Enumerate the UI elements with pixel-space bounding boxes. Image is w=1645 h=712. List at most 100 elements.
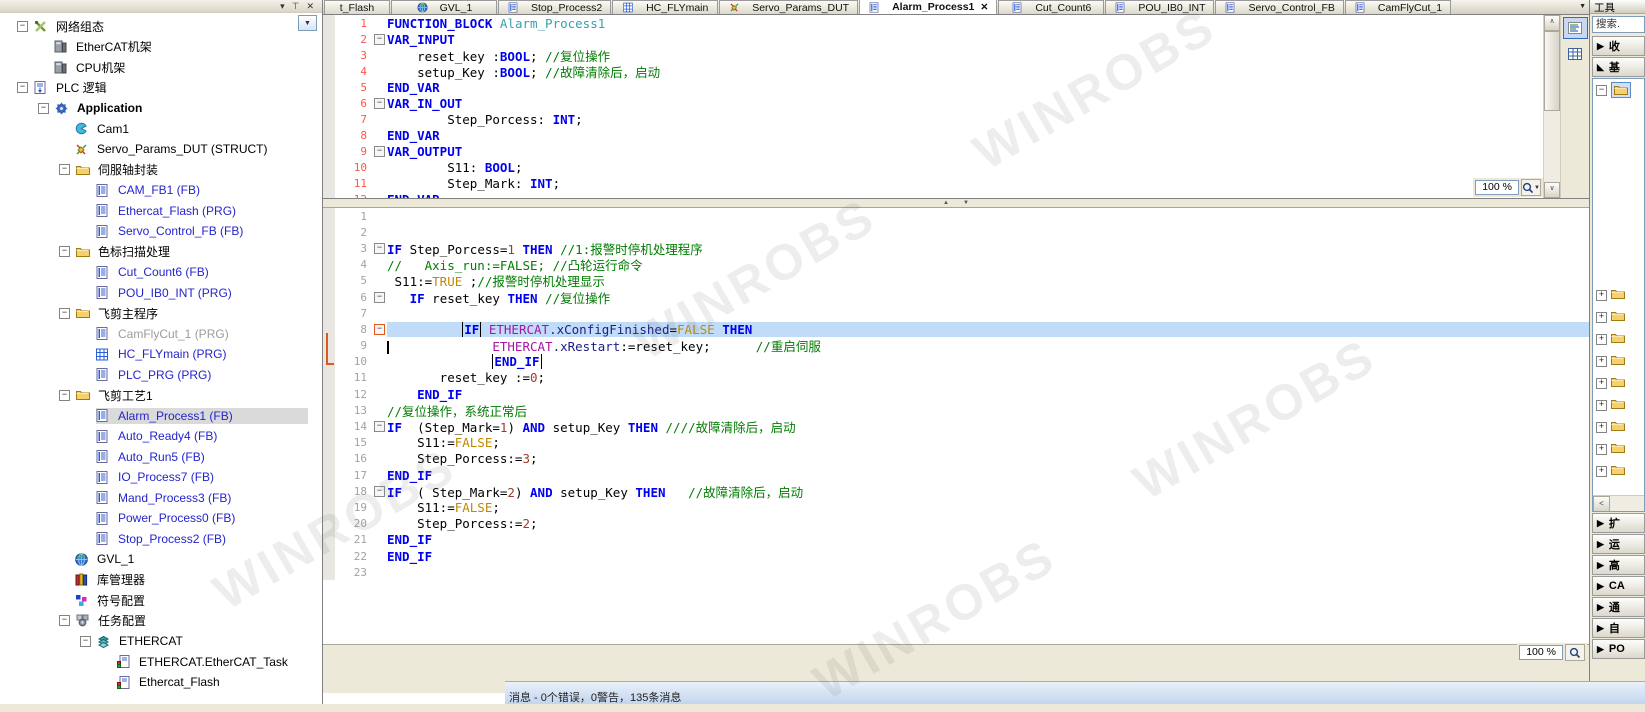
tree-item-body[interactable]: PLC_PRG (PRG) bbox=[96, 367, 308, 383]
breakpoint-margin[interactable] bbox=[323, 15, 335, 31]
tree-filter-dropdown[interactable]: ▼ bbox=[298, 15, 317, 31]
code-line[interactable]: 12 END_IF bbox=[323, 386, 1589, 402]
toolbox-section-collapsed[interactable]: ▶运 bbox=[1592, 534, 1645, 554]
tree-item[interactable]: ETHERCAT.EtherCAT_Task bbox=[0, 652, 322, 673]
code-text[interactable]: IF ( Step_Mark=2) AND setup_Key THEN //故… bbox=[387, 482, 1589, 501]
fold-collapse-icon[interactable]: − bbox=[374, 34, 385, 45]
tree-item-body[interactable]: 伺服轴封装 bbox=[76, 160, 308, 179]
toolbox-section-collapsed[interactable]: ▶扩 bbox=[1592, 513, 1645, 533]
tree-item-body[interactable]: CPU机架 bbox=[54, 58, 308, 77]
code-line[interactable]: 3−IF Step_Porcess=1 THEN //1:报警时停机处理程序 bbox=[323, 240, 1589, 256]
breakpoint-margin[interactable] bbox=[323, 191, 335, 198]
tree-expander-icon[interactable]: + bbox=[1596, 334, 1607, 345]
tree-item[interactable]: Ethercat_Flash (PRG) bbox=[0, 201, 322, 222]
code-line[interactable]: 13//复位操作，系统正常后 bbox=[323, 402, 1589, 418]
tree-item[interactable]: −飞剪工艺1 bbox=[0, 385, 322, 406]
tree-item-body[interactable]: Cut_Count6 (FB) bbox=[96, 264, 308, 280]
code-text[interactable]: END_IF bbox=[387, 549, 1589, 564]
tree-item-body[interactable]: 飞剪主程序 bbox=[76, 304, 308, 323]
tree-item-body[interactable]: 库管理器 bbox=[75, 570, 308, 589]
code-line[interactable]: 9−VAR_OUTPUT bbox=[323, 143, 1543, 159]
fold-collapse-icon[interactable]: − bbox=[374, 324, 385, 335]
tree-item[interactable]: −色标扫描处理 bbox=[0, 242, 322, 263]
code-text[interactable]: END_IF bbox=[387, 354, 1589, 369]
tree-item[interactable]: Servo_Control_FB (FB) bbox=[0, 221, 322, 242]
fold-collapse-icon[interactable]: − bbox=[374, 421, 385, 432]
tree-item-body[interactable]: 网络组态 bbox=[34, 17, 308, 36]
breakpoint-margin[interactable] bbox=[323, 370, 335, 386]
toolbox-item[interactable]: + bbox=[1593, 416, 1644, 438]
tree-item-body[interactable]: Ethercat_Flash (PRG) bbox=[96, 203, 308, 219]
code-text[interactable]: END_VAR bbox=[387, 192, 1543, 199]
toolbox-item-selected[interactable]: − bbox=[1593, 79, 1644, 101]
tree-expander-icon[interactable]: − bbox=[59, 164, 70, 175]
tree-item-body[interactable]: 任务配置 bbox=[76, 611, 308, 630]
editor-tab-POU_IB0_INT[interactable]: POU_IB0_INT bbox=[1105, 0, 1214, 14]
breakpoint-margin[interactable] bbox=[323, 127, 335, 143]
tree-item[interactable]: IO_Process7 (FB) bbox=[0, 467, 322, 488]
scroll-down-icon[interactable]: ∨ bbox=[1544, 182, 1560, 198]
code-line[interactable]: 8END_VAR bbox=[323, 127, 1543, 143]
breakpoint-margin[interactable] bbox=[323, 208, 335, 224]
breakpoint-margin[interactable] bbox=[323, 175, 335, 191]
tree-expander-icon[interactable]: + bbox=[1596, 378, 1607, 389]
fold-collapse-icon[interactable]: − bbox=[374, 243, 385, 254]
tab-close-icon[interactable]: ✕ bbox=[980, 2, 988, 13]
declaration-scrollbar[interactable]: ∧ ∨ bbox=[1543, 15, 1560, 198]
toolbox-item[interactable]: + bbox=[1593, 394, 1644, 416]
tree-item[interactable]: −飞剪主程序 bbox=[0, 303, 322, 324]
implementation-code[interactable]: 123−IF Step_Porcess=1 THEN //1:报警时停机处理程序… bbox=[323, 208, 1589, 580]
code-line[interactable]: 14−IF (Step_Mark=1) AND setup_Key THEN /… bbox=[323, 418, 1589, 434]
code-line[interactable]: 6−VAR_IN_OUT bbox=[323, 95, 1543, 111]
tree-item-body[interactable]: PLC 逻辑 bbox=[34, 78, 308, 97]
code-line[interactable]: 6− IF reset_key THEN //复位操作 bbox=[323, 289, 1589, 305]
toolbox-item[interactable]: + bbox=[1593, 306, 1644, 328]
code-line[interactable]: 15 S11:=FALSE; bbox=[323, 435, 1589, 451]
scroll-up-icon[interactable]: ∧ bbox=[1544, 15, 1560, 31]
code-text[interactable]: S11:=FALSE; bbox=[387, 500, 1589, 515]
tree-expander-icon[interactable]: + bbox=[1596, 290, 1607, 301]
tree-item-body[interactable]: Power_Process0 (FB) bbox=[96, 510, 308, 526]
tree-item[interactable]: −伺服轴封装 bbox=[0, 160, 322, 181]
tree-item[interactable]: Servo_Params_DUT (STRUCT) bbox=[0, 139, 322, 160]
tree-item[interactable]: 符号配置 bbox=[0, 590, 322, 611]
editor-tab-t_Flash[interactable]: t_Flash bbox=[324, 0, 390, 14]
panel-dropdown-icon[interactable]: ▾ bbox=[280, 1, 285, 12]
code-line[interactable]: 20 Step_Porcess:=2; bbox=[323, 516, 1589, 532]
tree-expander-icon[interactable]: + bbox=[1596, 466, 1607, 477]
breakpoint-margin[interactable] bbox=[323, 224, 335, 240]
tree-item[interactable]: Auto_Run5 (FB) bbox=[0, 447, 322, 468]
tree-item-body[interactable]: EtherCAT机架 bbox=[54, 37, 308, 56]
breakpoint-margin[interactable] bbox=[323, 564, 335, 580]
code-line[interactable]: 5END_VAR bbox=[323, 79, 1543, 95]
code-text[interactable]: END_VAR bbox=[387, 128, 1543, 143]
code-text[interactable]: VAR_IN_OUT bbox=[387, 96, 1543, 111]
code-line[interactable]: 16 Step_Porcess:=3; bbox=[323, 451, 1589, 467]
editor-tab-Stop_Process2[interactable]: Stop_Process2 bbox=[498, 0, 611, 14]
tree-item-body[interactable]: 符号配置 bbox=[75, 591, 308, 610]
fold-collapse-icon[interactable]: − bbox=[374, 292, 385, 303]
tree-item[interactable]: GVL_1 bbox=[0, 549, 322, 570]
toolbox-section-collapsed[interactable]: ▶通 bbox=[1592, 597, 1645, 617]
table-view-button[interactable] bbox=[1563, 43, 1588, 65]
zoom-level[interactable]: 100 % bbox=[1519, 645, 1563, 660]
editor-tab-Servo_Control_FB[interactable]: Servo_Control_FB bbox=[1215, 0, 1343, 14]
toolbox-search-input[interactable]: 搜索. bbox=[1592, 16, 1645, 33]
code-line[interactable]: 21END_IF bbox=[323, 532, 1589, 548]
tree-item[interactable]: −网络组态 bbox=[0, 16, 322, 37]
code-text[interactable]: IF ETHERCAT.xConfigFinished=FALSE THEN bbox=[387, 322, 1589, 337]
breakpoint-margin[interactable] bbox=[323, 289, 335, 305]
breakpoint-margin[interactable] bbox=[323, 63, 335, 79]
toolbox-section-collapsed[interactable]: ▶收 bbox=[1592, 36, 1645, 56]
code-line[interactable]: 7 bbox=[323, 305, 1589, 321]
tree-item[interactable]: 库管理器 bbox=[0, 570, 322, 591]
code-text[interactable]: IF reset_key THEN //复位操作 bbox=[387, 288, 1589, 307]
breakpoint-margin[interactable] bbox=[323, 402, 335, 418]
tree-item[interactable]: −ETHERCAT bbox=[0, 631, 322, 652]
code-text[interactable]: S11:=FALSE; bbox=[387, 435, 1589, 450]
toolbox-hscrollbar[interactable]: < bbox=[1593, 495, 1644, 511]
tree-item[interactable]: Stop_Process2 (FB) bbox=[0, 529, 322, 550]
code-line[interactable]: 10 END_IF bbox=[323, 354, 1589, 370]
code-line[interactable]: 4 setup_Key :BOOL; //故障清除后，启动 bbox=[323, 63, 1543, 79]
tree-item[interactable]: PLC_PRG (PRG) bbox=[0, 365, 322, 386]
